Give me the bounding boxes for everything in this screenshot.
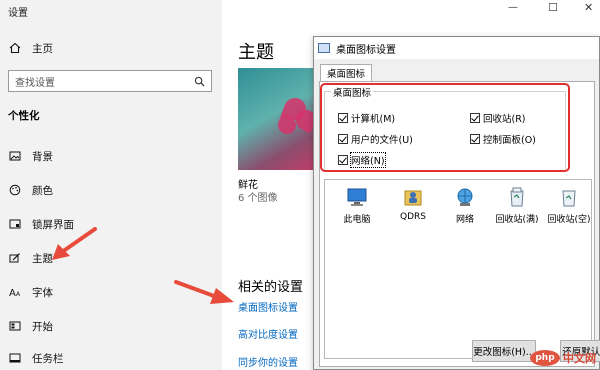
icon-item-label: 此电脑	[343, 215, 371, 225]
recycle-bin-full-icon	[510, 187, 524, 207]
search-icon	[194, 76, 205, 87]
link-desktop-icon-settings[interactable]: 桌面图标设置	[238, 299, 298, 314]
network-icon	[457, 188, 473, 206]
close-button[interactable]: ✕	[584, 1, 593, 14]
desktop-icon-list[interactable]: 此电脑 QDRS 网络 回收站(满) 回收站(空)	[324, 179, 592, 359]
watermark-text: 中文网	[563, 352, 596, 365]
settings-sidebar: 设置 主页 查找设置 个性化 背景 颜色 锁屏界面 主题 A A 字体 开始 任…	[0, 0, 222, 370]
icon-item-label: QDRS	[400, 212, 426, 222]
start-icon	[8, 319, 22, 333]
section-title: 个性化	[8, 110, 40, 122]
search-input[interactable]: 查找设置	[8, 70, 212, 92]
arrow-to-themes-annotation	[52, 227, 97, 260]
sidebar-item-colors[interactable]: 颜色	[8, 180, 53, 200]
minimize-button[interactable]: —	[508, 2, 518, 13]
tab-desktop-icons[interactable]: 桌面图标	[320, 64, 373, 81]
home-icon	[8, 41, 22, 55]
sidebar-item-fonts[interactable]: AA 字体	[8, 282, 53, 302]
computer-icon	[347, 188, 367, 206]
icon-item-recycle-full[interactable]: 回收站(满)	[491, 186, 543, 225]
sidebar-item-label: 字体	[32, 286, 53, 299]
icon-item-label: 回收站(满)	[495, 215, 539, 225]
arrow-to-link-annotation	[174, 280, 234, 304]
watermark-logo: php	[530, 350, 560, 366]
dialog-titlebar: 桌面图标设置	[314, 37, 599, 59]
link-sync-settings[interactable]: 同步你的设置	[238, 354, 298, 369]
icon-item-network[interactable]: 网络	[439, 186, 491, 225]
theme-thumbnail[interactable]	[238, 68, 318, 170]
sidebar-item-background[interactable]: 背景	[8, 146, 53, 166]
sidebar-item-label: 颜色	[32, 184, 53, 197]
font-icon: AA	[8, 285, 22, 299]
icon-item-label: 网络	[455, 215, 474, 225]
icon-item-recycle-empty[interactable]: 回收站(空)	[543, 186, 595, 225]
recycle-bin-empty-icon	[562, 190, 576, 207]
related-settings-title: 相关的设置	[238, 280, 304, 295]
search-placeholder: 查找设置	[15, 77, 55, 89]
nav-home[interactable]: 主页	[8, 38, 53, 58]
icon-item-this-pc[interactable]: 此电脑	[331, 186, 383, 225]
icon-item-qdrs[interactable]: QDRS	[387, 186, 439, 222]
sidebar-item-taskbar[interactable]: 任务栏	[8, 348, 64, 368]
watermark: php 中文网	[530, 350, 596, 366]
svg-text:A: A	[16, 291, 21, 298]
taskbar-icon	[8, 351, 22, 365]
page-title: 主题	[238, 42, 274, 63]
svg-text:A: A	[9, 288, 16, 298]
picture-icon	[8, 149, 22, 163]
app-title: 设置	[8, 8, 28, 19]
palette-icon	[8, 183, 22, 197]
user-folder-icon	[404, 190, 422, 206]
brush-icon	[8, 251, 22, 265]
icon-item-label: 回收站(空)	[547, 215, 591, 225]
maximize-button[interactable]: ☐	[548, 1, 558, 14]
link-high-contrast-settings[interactable]: 高对比度设置	[238, 326, 298, 341]
dialog-app-icon	[318, 43, 330, 53]
sidebar-item-start[interactable]: 开始	[8, 316, 53, 336]
theme-count: 6 个图像	[238, 193, 278, 204]
lockscreen-icon	[8, 217, 22, 231]
nav-home-label: 主页	[32, 42, 53, 55]
sidebar-item-label: 开始	[32, 320, 53, 333]
change-icon-button[interactable]: 更改图标(H)...	[472, 340, 536, 362]
checkbox-highlight-annotation	[320, 83, 570, 172]
sidebar-item-label: 背景	[32, 150, 53, 163]
sidebar-item-label: 任务栏	[32, 352, 64, 365]
dialog-title: 桌面图标设置	[336, 44, 396, 56]
